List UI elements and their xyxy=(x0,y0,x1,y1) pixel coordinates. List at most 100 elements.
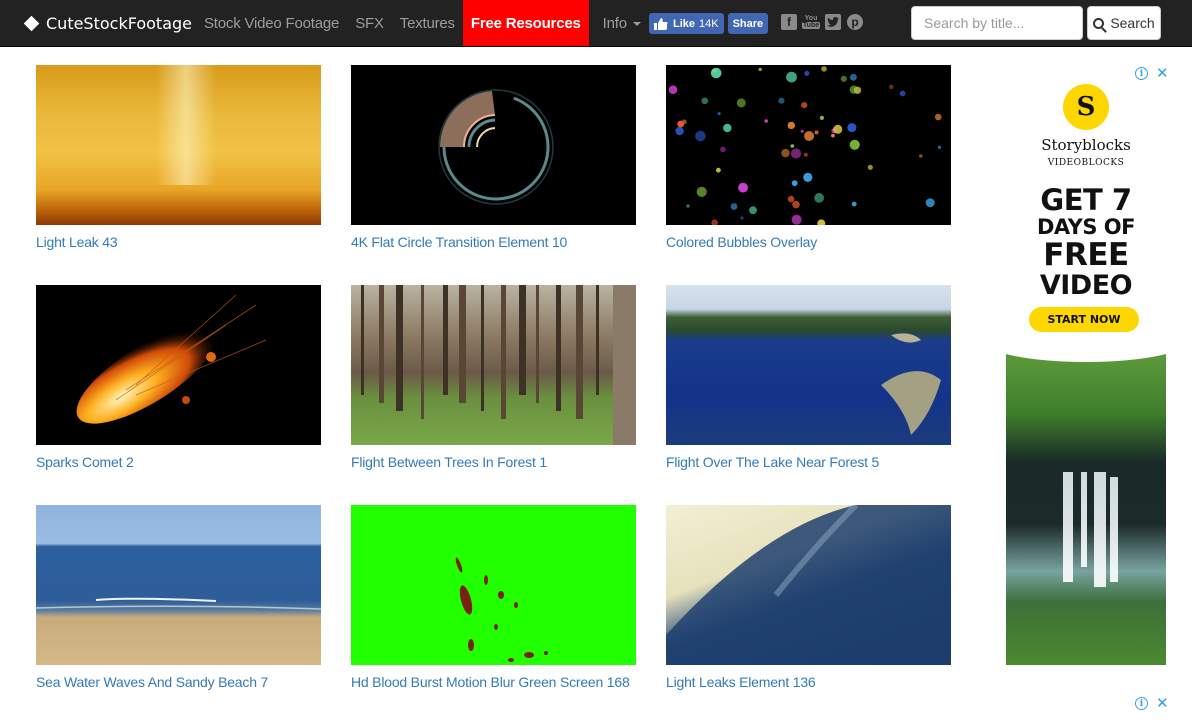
ad-waterfall-image[interactable] xyxy=(1006,352,1166,665)
twitter-icon[interactable] xyxy=(825,14,841,30)
video-title-link[interactable]: Sparks Comet 2 xyxy=(36,455,321,470)
ad-headline-line1: GET 7 xyxy=(1040,183,1132,217)
video-title-link[interactable]: Light Leak 43 xyxy=(36,235,321,250)
video-title-link[interactable]: Flight Over The Lake Near Forest 5 xyxy=(666,455,951,470)
bubble xyxy=(790,144,795,148)
video-thumbnail[interactable] xyxy=(351,285,636,445)
nav-textures[interactable]: Textures xyxy=(392,0,463,46)
bubble xyxy=(817,219,826,225)
bubble xyxy=(764,119,768,123)
bubble xyxy=(831,133,835,138)
tree-trunk xyxy=(396,285,403,411)
bubble xyxy=(749,206,757,215)
video-title-link[interactable]: 4K Flat Circle Transition Element 10 xyxy=(351,235,636,250)
bubble xyxy=(738,182,748,193)
bubble xyxy=(934,113,942,121)
ad-headline-line2: DAYS OF xyxy=(1036,215,1136,239)
brand-link[interactable]: CuteStockFootage xyxy=(23,0,192,46)
youtube-icon[interactable]: You Tube xyxy=(801,14,821,30)
bubble xyxy=(925,198,935,208)
bubble xyxy=(710,67,722,79)
video-card[interactable]: Hd Blood Burst Motion Blur Green Screen … xyxy=(351,505,636,725)
video-thumbnail[interactable] xyxy=(351,65,636,225)
video-card[interactable]: Sea Water Waves And Sandy Beach 7 xyxy=(36,505,321,725)
bubble xyxy=(819,115,824,120)
bubble xyxy=(736,98,746,108)
bubble xyxy=(668,85,678,94)
nav-sfx[interactable]: SFX xyxy=(347,0,392,46)
facebook-share-button[interactable]: Share xyxy=(727,13,769,34)
video-card[interactable]: Colored Bubbles Overlay xyxy=(666,65,951,285)
nav-label: Stock Video Footage xyxy=(204,14,340,32)
video-thumbnail[interactable] xyxy=(666,505,951,665)
ad-close-icon[interactable]: ✕ xyxy=(1156,696,1169,711)
video-card[interactable]: Light Leaks Element 136 xyxy=(666,505,951,725)
circle-transition-graphic xyxy=(438,89,554,205)
tree-trunk xyxy=(519,285,526,395)
bubble xyxy=(847,123,857,133)
storyblocks-logo[interactable]: S xyxy=(1063,84,1109,130)
video-card[interactable]: Sparks Comet 2 xyxy=(36,285,321,505)
bubble xyxy=(792,200,800,209)
facebook-icon[interactable]: f xyxy=(781,14,797,30)
tree-trunk xyxy=(421,285,424,419)
video-title-link[interactable]: Colored Bubbles Overlay xyxy=(666,235,951,250)
bubble xyxy=(804,70,810,76)
bubble xyxy=(804,131,815,141)
video-thumbnail[interactable] xyxy=(36,505,321,665)
video-thumbnail[interactable] xyxy=(666,285,951,445)
video-title-link[interactable]: Hd Blood Burst Motion Blur Green Screen … xyxy=(351,675,636,690)
video-thumbnail[interactable] xyxy=(36,65,321,225)
facebook-like-button[interactable]: Like 14K xyxy=(649,13,724,34)
pinterest-icon[interactable]: p xyxy=(847,14,863,30)
bubble xyxy=(716,167,721,173)
bubble xyxy=(803,172,813,182)
waterfall-stream xyxy=(1081,472,1087,567)
forest-graphic xyxy=(361,285,636,445)
search-button[interactable]: Search xyxy=(1087,6,1161,40)
nav-stock-video-footage[interactable]: Stock Video Footage xyxy=(196,0,347,46)
video-card[interactable]: Flight Between Trees In Forest 1 xyxy=(351,285,636,505)
search-input[interactable] xyxy=(911,6,1083,40)
ad-info-icon[interactable]: i xyxy=(1135,67,1148,80)
ad-close-icon[interactable]: ✕ xyxy=(1156,66,1169,81)
bubble xyxy=(696,186,707,197)
nav-label: Textures xyxy=(399,14,455,32)
tree-trunk xyxy=(459,285,466,403)
bubble xyxy=(814,130,819,135)
bubble xyxy=(787,121,795,130)
ad-start-now-button[interactable]: START NOW xyxy=(1029,307,1139,332)
bubble xyxy=(758,67,762,72)
video-card[interactable]: 4K Flat Circle Transition Element 10 xyxy=(351,65,636,285)
video-thumbnail[interactable] xyxy=(36,285,321,445)
video-card[interactable]: Flight Over The Lake Near Forest 5 xyxy=(666,285,951,505)
bubble xyxy=(833,124,843,134)
bubble xyxy=(800,129,804,133)
bubble xyxy=(695,130,706,142)
bubble xyxy=(791,214,802,225)
tree-trunk xyxy=(596,285,599,395)
nav-free-resources[interactable]: Free Resources xyxy=(462,0,589,46)
video-card[interactable]: Light Leak 43 xyxy=(36,65,321,285)
nav-label: Info xyxy=(602,14,627,32)
bubble xyxy=(701,97,709,105)
video-thumbnail[interactable] xyxy=(351,505,636,665)
social-links: f You Tube p xyxy=(781,14,863,30)
bubble xyxy=(849,73,857,81)
bubble xyxy=(889,84,894,90)
bubble xyxy=(821,66,827,72)
magnifier-icon xyxy=(1093,17,1105,29)
video-thumbnail[interactable] xyxy=(666,65,951,225)
video-title-link[interactable]: Flight Between Trees In Forest 1 xyxy=(351,455,636,470)
bubble xyxy=(711,219,718,225)
search-button-label: Search xyxy=(1110,15,1155,31)
nav-info-dropdown[interactable]: Info xyxy=(589,0,649,46)
video-title-link[interactable]: Light Leaks Element 136 xyxy=(666,675,951,690)
video-title-link[interactable]: Sea Water Waves And Sandy Beach 7 xyxy=(36,675,321,690)
ad-info-icon[interactable]: i xyxy=(1135,697,1148,710)
brand-name: CuteStockFootage xyxy=(46,13,192,33)
facebook-buttons: Like 14K Share xyxy=(649,13,769,34)
bubble xyxy=(781,148,790,158)
ad-brand[interactable]: Storyblocks xyxy=(1006,136,1166,154)
tree-trunk xyxy=(576,285,583,419)
